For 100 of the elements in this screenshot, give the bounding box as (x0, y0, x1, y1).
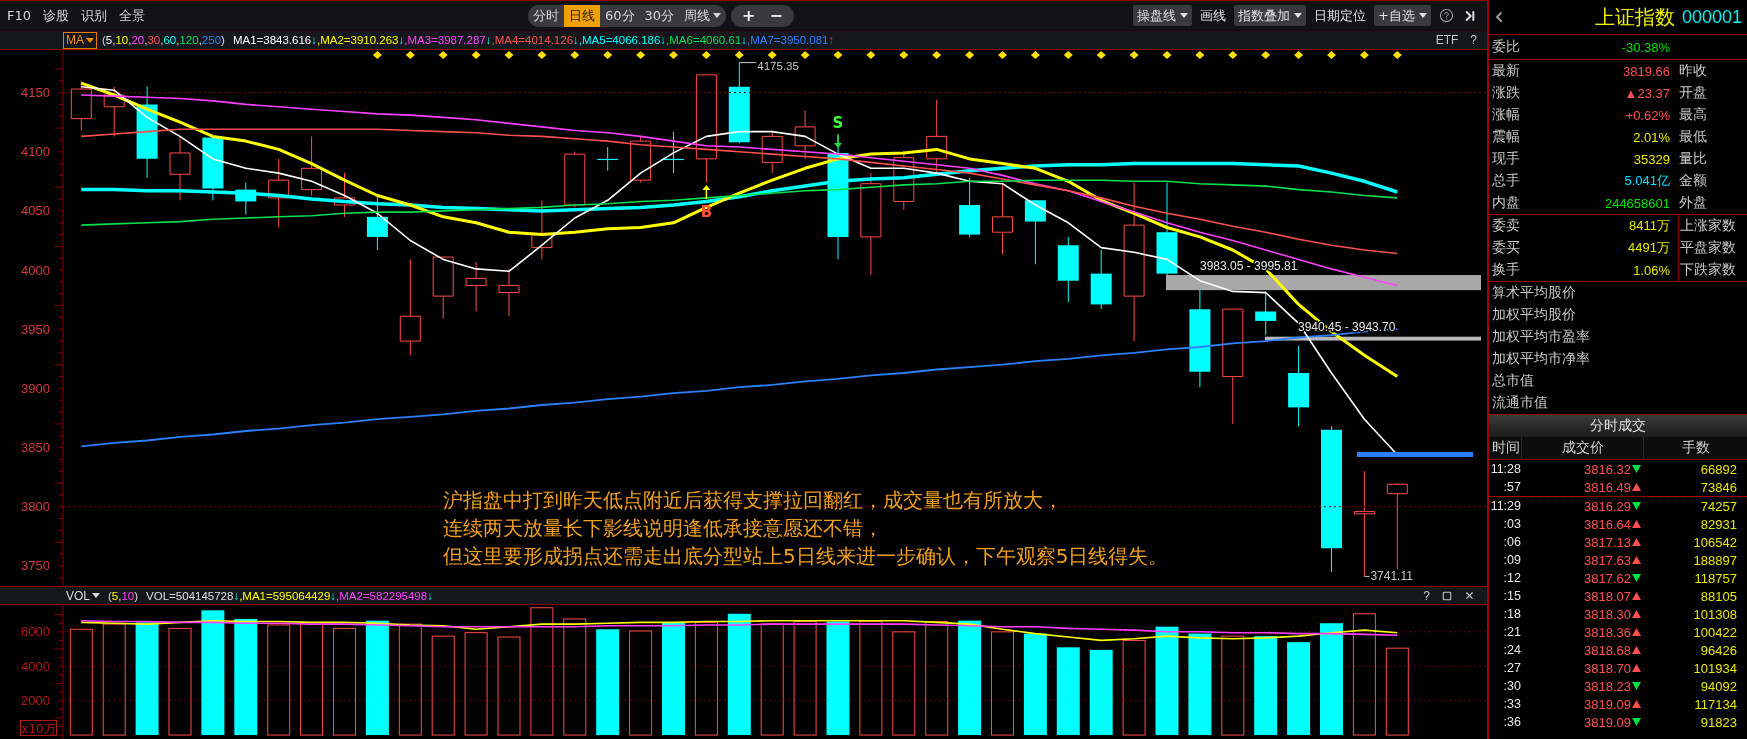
trade-price: 3819.09 (1584, 696, 1631, 712)
index-code: 000001 (1681, 6, 1742, 28)
toolbar-button[interactable]: F10 (7, 8, 32, 23)
down-arrow-icon (834, 133, 842, 148)
trend-arrow: ↓ (427, 589, 433, 602)
stat-value: 2.01% (1632, 129, 1670, 145)
help-link[interactable]: ? (1470, 33, 1477, 47)
help-link[interactable]: ? (1423, 588, 1430, 603)
trade-volume: 82931 (1699, 516, 1738, 532)
stat-value: -30.38% (1620, 39, 1670, 55)
trade-price: 3818.30 (1584, 606, 1631, 622)
stat-label: 外盘 (1678, 193, 1708, 212)
trade-time: :15 (1502, 589, 1521, 603)
trade-time: :33 (1502, 697, 1521, 711)
toolbar-button[interactable]: 诊股 (43, 6, 70, 25)
trade-time: :30 (1502, 679, 1521, 693)
trade-volume: 96426 (1699, 642, 1738, 658)
trade-price: 3816.29 (1584, 498, 1631, 514)
y-axis-label: 2000 (21, 693, 50, 709)
stat-label: 上涨家数 (1678, 215, 1747, 237)
trade-volume: 188897 (1692, 552, 1738, 568)
stat-value: 5.041亿 (1623, 172, 1670, 190)
stat-value: 8411万 (1628, 217, 1670, 235)
y-axis-label: 4100 (21, 144, 50, 160)
trade-time: :21 (1502, 625, 1521, 639)
volume-value: ,MA1=595064429 (239, 589, 331, 602)
candlestick (1024, 199, 1046, 265)
candlestick (1255, 290, 1277, 336)
stat-value: +0.62% (1624, 107, 1670, 123)
trade-volume: 66892 (1699, 461, 1738, 477)
toolbar-dropdown[interactable]: +自选 (1374, 5, 1431, 26)
y-axis-label: 3900 (21, 380, 50, 396)
trade-volume: 73846 (1699, 479, 1738, 495)
indicator-dropdown[interactable]: VOL (63, 587, 103, 604)
price-label: 3741.11 (1370, 569, 1413, 584)
period-tab[interactable]: 分时 (528, 4, 564, 27)
column-header: 时间 (1491, 438, 1521, 457)
trade-price: 3816.64 (1584, 516, 1631, 532)
volume-value: ,MA2=582295498 (336, 589, 428, 602)
trend-arrow: ↓ (741, 34, 747, 46)
close-button[interactable] (1464, 590, 1475, 601)
period-tab[interactable]: 日线 (564, 4, 600, 27)
maximize-button[interactable] (1442, 590, 1452, 601)
help-button[interactable] (1439, 8, 1454, 23)
trade-volume: 100422 (1692, 624, 1738, 640)
toolbar-dropdown[interactable]: 指数叠加 (1234, 5, 1307, 26)
candlestick (366, 195, 388, 251)
stat-label: 量比 (1678, 149, 1708, 168)
ma-value: MA1=3843.616 (232, 34, 312, 46)
caret-icon (1419, 13, 1427, 18)
trade-time: :27 (1502, 661, 1521, 675)
y-axis-label: 4150 (21, 85, 50, 101)
column-header: 手数 (1643, 437, 1747, 459)
stat-label: 最低 (1678, 127, 1708, 146)
caret-icon (92, 593, 100, 598)
trend-arrow: ↓ (311, 34, 317, 46)
stat-label: 总市值 (1492, 372, 1534, 390)
zoom-button[interactable]: + (735, 5, 763, 26)
stat-label: 涨跌 (1492, 84, 1521, 102)
signal-label: S (832, 114, 844, 132)
zoom-button[interactable]: − (762, 5, 790, 26)
trade-time: :09 (1502, 553, 1521, 567)
period-tab[interactable]: 30分 (639, 4, 680, 27)
index-name: 上证指数 (1594, 3, 1675, 31)
trade-time: :03 (1502, 517, 1521, 531)
candlestick (564, 151, 586, 208)
close-icon (1464, 590, 1475, 601)
stat-value: 1.06% (1632, 262, 1670, 278)
caret-icon (86, 37, 94, 43)
candlestick (531, 199, 553, 260)
candlestick (663, 131, 684, 174)
candlestick (70, 80, 92, 131)
legend-link[interactable]: ETF (1435, 33, 1459, 47)
trend-arrow: ↓ (398, 34, 405, 46)
toolbar-dropdown[interactable]: 操盘线 (1133, 5, 1193, 26)
toolbar-button[interactable]: 日期定位 (1313, 5, 1368, 26)
trade-time: :57 (1502, 480, 1521, 494)
trade-volume: 118757 (1693, 570, 1738, 586)
trade-volume: 94092 (1699, 678, 1738, 694)
trade-price: 3816.32 (1584, 461, 1631, 477)
candlestick (301, 135, 323, 197)
y-axis-label: 4000 (21, 262, 50, 278)
stat-value: ▲23.37 (1623, 85, 1670, 101)
indicator-dropdown[interactable]: MA (63, 31, 97, 49)
y-axis-label: 3850 (21, 440, 50, 456)
period-tab[interactable]: 60分 (600, 4, 640, 27)
trade-volume: 101934 (1692, 660, 1738, 676)
trade-time: 11:28 (1489, 462, 1521, 476)
toolbar-button[interactable]: 画线 (1199, 5, 1228, 26)
toolbar-button[interactable]: 全景 (119, 6, 146, 25)
trade-volume: 91823 (1699, 714, 1738, 730)
trend-arrow: ↓ (233, 589, 240, 602)
stat-label: 平盘家数 (1678, 237, 1747, 259)
maximize-icon (1442, 590, 1452, 601)
toolbar-button[interactable]: 识别 (81, 6, 108, 25)
candlestick (103, 86, 125, 137)
period-tab[interactable]: 周线 (679, 4, 727, 27)
candlestick (630, 135, 652, 183)
stat-label: 内盘 (1492, 194, 1521, 212)
stat-label: 现手 (1492, 150, 1521, 168)
